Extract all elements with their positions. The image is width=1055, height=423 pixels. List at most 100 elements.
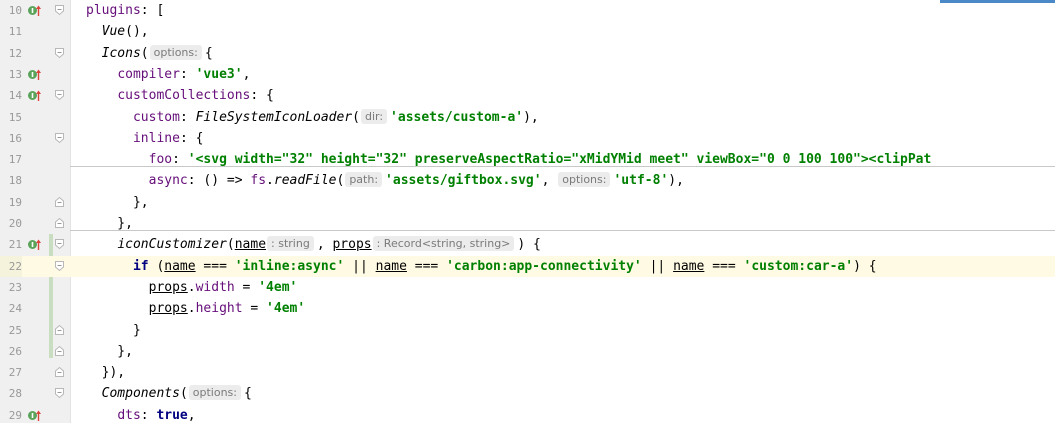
code-text[interactable]: props.width = '4em' xyxy=(86,277,298,298)
code-line[interactable]: 19 }, xyxy=(0,192,1055,213)
line-number[interactable]: 18 xyxy=(0,170,22,191)
fold-end-icon[interactable] xyxy=(54,217,65,229)
punctuation-token xyxy=(86,280,149,295)
inlay-hint: : string xyxy=(267,236,314,252)
punctuation-token: === xyxy=(704,258,744,274)
fold-end-icon[interactable] xyxy=(54,366,65,378)
code-line[interactable]: 25 } xyxy=(0,320,1055,341)
line-number[interactable]: 23 xyxy=(0,277,22,298)
code-line[interactable]: 17 foo: '<svg width="32" height="32" pre… xyxy=(0,149,1055,170)
line-number[interactable]: 24 xyxy=(0,298,22,319)
code-text[interactable]: dts: true, xyxy=(86,405,195,423)
fold-start-icon[interactable] xyxy=(54,89,65,101)
code-line[interactable]: 27 }), xyxy=(0,362,1055,383)
code-text[interactable]: }), xyxy=(86,362,126,383)
code-line[interactable]: 21 iconCustomizer(name: string, props: R… xyxy=(0,234,1055,255)
punctuation-token: || xyxy=(344,258,376,274)
line-number[interactable]: 20 xyxy=(0,213,22,234)
string-token: '4em' xyxy=(266,301,306,317)
property-token: foo xyxy=(148,152,173,168)
code-line[interactable]: 15 custom: FileSystemIconLoader(dir:'ass… xyxy=(0,107,1055,128)
string-token: 'assets/giftbox.svg' xyxy=(385,173,542,189)
inlay-hint: : Record<string, string> xyxy=(372,236,515,252)
line-number[interactable]: 12 xyxy=(0,43,22,64)
line-number[interactable]: 15 xyxy=(0,107,22,128)
property-token: fs xyxy=(250,173,267,189)
code-line[interactable]: 13 compiler: 'vue3', xyxy=(0,64,1055,85)
code-text[interactable]: iconCustomizer(name: string, props: Reco… xyxy=(86,234,541,255)
line-number[interactable]: 28 xyxy=(0,383,22,404)
line-number[interactable]: 19 xyxy=(0,192,22,213)
line-number[interactable]: 29 xyxy=(0,405,22,423)
punctuation-token: || xyxy=(641,258,674,274)
punctuation-token: } xyxy=(86,322,141,338)
code-line[interactable]: 10 plugins: [ xyxy=(0,0,1055,21)
line-number[interactable]: 17 xyxy=(0,149,22,170)
code-line[interactable]: 23 props.width = '4em' xyxy=(0,277,1055,298)
fold-start-icon[interactable] xyxy=(54,132,65,144)
line-number[interactable]: 11 xyxy=(0,21,22,42)
inlay-hint: options: xyxy=(558,172,611,188)
punctuation-token: ( xyxy=(336,173,345,189)
string-token: 'inline:async' xyxy=(234,258,345,274)
line-number[interactable]: 14 xyxy=(0,85,22,106)
fold-start-icon[interactable] xyxy=(54,387,65,399)
implements-gutter-icon[interactable] xyxy=(27,4,42,17)
punctuation-token xyxy=(86,67,117,82)
code-text[interactable]: if (name === 'inline:async' || name === … xyxy=(86,256,877,277)
implements-gutter-icon[interactable] xyxy=(27,409,42,422)
line-number[interactable]: 26 xyxy=(0,341,22,362)
fold-end-icon[interactable] xyxy=(54,345,65,357)
code-text[interactable]: customCollections: { xyxy=(86,85,274,106)
code-text[interactable]: }, xyxy=(86,192,149,213)
punctuation-token: === xyxy=(195,258,235,274)
parameter-token: name xyxy=(164,258,196,274)
code-text[interactable]: Components(options:{ xyxy=(86,383,252,404)
code-text[interactable]: compiler: 'vue3', xyxy=(86,64,250,85)
code-text[interactable]: plugins: [ xyxy=(86,0,164,21)
line-number[interactable]: 13 xyxy=(0,64,22,85)
code-text[interactable]: }, xyxy=(86,341,133,362)
code-text[interactable]: Vue(), xyxy=(86,21,149,42)
code-text[interactable]: custom: FileSystemIconLoader(dir:'assets… xyxy=(86,107,539,128)
code-text[interactable]: foo: '<svg width="32" height="32" preser… xyxy=(86,149,932,170)
fold-end-icon[interactable] xyxy=(54,196,65,208)
code-editor[interactable]: 10 plugins: [11 Vue(), 12 Icons(options:{1… xyxy=(0,0,1055,423)
line-number[interactable]: 22 xyxy=(0,255,22,277)
fold-start-icon[interactable] xyxy=(54,260,65,272)
code-line[interactable]: 22 if (name === 'inline:async' || name =… xyxy=(0,255,1055,277)
fold-start-icon[interactable] xyxy=(54,238,65,250)
code-line[interactable]: 14 customCollections: { xyxy=(0,85,1055,106)
parameter-token: name xyxy=(673,258,705,274)
code-text[interactable]: Icons(options:{ xyxy=(86,43,213,64)
fold-start-icon[interactable] xyxy=(54,4,65,16)
code-line[interactable]: 12 Icons(options:{ xyxy=(0,43,1055,64)
code-line[interactable]: 16 inline: { xyxy=(0,128,1055,149)
punctuation-token: : { xyxy=(250,88,274,104)
code-text[interactable]: async: () => fs.readFile(path:'assets/gi… xyxy=(86,170,684,191)
implements-gutter-icon[interactable] xyxy=(27,238,42,251)
code-text[interactable]: props.height = '4em' xyxy=(86,298,306,319)
code-line[interactable]: 24 props.height = '4em' xyxy=(0,298,1055,319)
code-text[interactable]: inline: { xyxy=(86,128,203,149)
code-line[interactable]: 29 dts: true, xyxy=(0,405,1055,423)
implements-gutter-icon[interactable] xyxy=(27,68,42,81)
code-line[interactable]: 20 }, xyxy=(0,213,1055,234)
code-line[interactable]: 26 }, xyxy=(0,341,1055,362)
fold-start-icon[interactable] xyxy=(54,47,65,59)
implements-gutter-icon[interactable] xyxy=(27,89,42,102)
line-number[interactable]: 25 xyxy=(0,320,22,341)
code-line[interactable]: 28 Components(options:{ xyxy=(0,383,1055,404)
punctuation-token: : xyxy=(172,152,188,168)
code-text[interactable]: } xyxy=(86,320,141,341)
line-number[interactable]: 21 xyxy=(0,234,22,255)
line-number[interactable]: 16 xyxy=(0,128,22,149)
fold-end-icon[interactable] xyxy=(54,324,65,336)
line-number[interactable]: 10 xyxy=(0,0,22,21)
punctuation-token: : [ xyxy=(140,3,165,18)
code-text[interactable]: }, xyxy=(86,213,133,234)
code-line[interactable]: 11 Vue(), xyxy=(0,21,1055,42)
code-line[interactable]: 18 async: () => fs.readFile(path:'assets… xyxy=(0,170,1055,191)
line-number[interactable]: 27 xyxy=(0,362,22,383)
inlay-hint: options: xyxy=(149,44,202,60)
